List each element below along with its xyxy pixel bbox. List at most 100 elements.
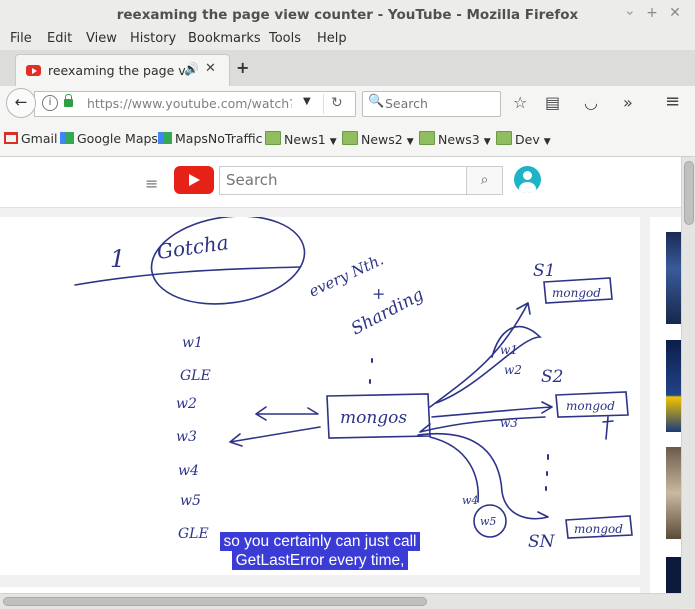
w3-arrow-label: w3 <box>500 416 518 430</box>
pocket-icon[interactable]: ◡ <box>584 93 598 112</box>
horizontal-scrollbar[interactable] <box>0 593 681 609</box>
speaker-icon[interactable]: 🔊 <box>184 62 199 76</box>
new-tab-button[interactable]: + <box>236 58 249 77</box>
w1-arrow-label: w1 <box>500 343 518 357</box>
guide-menu-icon[interactable]: ≡ <box>145 174 158 193</box>
tab-strip: reexaming the page v… 🔊 ✕ + <box>0 50 695 87</box>
search-box[interactable]: 🔍 <box>362 91 501 117</box>
video-player[interactable]: 1 Gotcha every Nth. + Sharding w1 GLE w2… <box>0 217 640 575</box>
scrollbar-corner <box>681 593 695 608</box>
url-separator <box>323 94 324 114</box>
related-video-thumbnail[interactable] <box>666 557 681 593</box>
info-icon[interactable]: i <box>42 95 58 111</box>
tab-title: reexaming the page v… <box>48 63 188 78</box>
close-window-button[interactable]: ✕ <box>667 5 683 21</box>
tab-youtube[interactable]: reexaming the page v… 🔊 ✕ <box>15 54 230 87</box>
maps-icon <box>60 132 74 144</box>
heading-number: 1 <box>110 245 125 273</box>
w5-arrow-label: w5 <box>480 515 496 528</box>
menu-file[interactable]: File <box>10 31 32 46</box>
s1-box-label: mongod <box>552 286 601 300</box>
folder-icon <box>265 131 281 145</box>
bookmark-label: Gmail <box>21 131 58 146</box>
menu-help[interactable]: Help <box>317 31 347 46</box>
youtube-search-input[interactable] <box>226 171 456 189</box>
youtube-search-button[interactable]: ⌕ <box>466 166 503 195</box>
maximize-button[interactable]: + <box>644 5 660 21</box>
youtube-logo[interactable] <box>174 166 214 194</box>
heading-underline <box>74 266 301 286</box>
search-input[interactable] <box>385 95 493 111</box>
search-engine-icon[interactable]: 🔍 <box>368 94 384 109</box>
s2-label: S2 <box>541 367 563 387</box>
related-video-thumbnail[interactable] <box>666 232 681 324</box>
hamburger-menu-icon[interactable]: ≡ <box>665 91 680 112</box>
bookmark-folder-news3[interactable]: News3 ▼ <box>419 131 491 147</box>
bookmark-folder-news1[interactable]: News1 ▼ <box>265 131 337 147</box>
minimize-button[interactable]: ‹ <box>622 5 638 21</box>
close-tab-icon[interactable]: ✕ <box>205 61 216 76</box>
bookmark-folder-dev[interactable]: Dev ▼ <box>496 131 551 147</box>
youtube-search-box[interactable] <box>219 166 467 195</box>
bookmark-gmail[interactable]: Gmail <box>4 131 57 146</box>
bookmark-google-maps[interactable]: Google Maps <box>60 131 158 146</box>
gmail-icon <box>4 132 18 144</box>
url-bar[interactable]: i https://www.youtube.com/watch?v=Mj ▼ ↻ <box>34 91 356 117</box>
label-w5: w5 <box>180 493 201 509</box>
window-title: reexaming the page view counter - YouTub… <box>116 7 579 23</box>
bookmark-label: Google Maps <box>77 131 158 146</box>
maps-icon <box>158 132 172 144</box>
menu-bar: File Edit View History Bookmarks Tools H… <box>0 30 695 50</box>
caption-line-1: so you certainly can just call <box>219 532 421 551</box>
arrow-from-sn <box>429 436 480 503</box>
chevron-down-icon: ▼ <box>543 137 551 147</box>
label-gle-1: GLE <box>180 368 211 384</box>
related-video-thumbnail[interactable] <box>666 340 681 432</box>
bookmarks-toolbar: Gmail Google Maps MapsNoTraffic News1 ▼ … <box>0 122 695 157</box>
avatar[interactable] <box>514 166 541 193</box>
back-button[interactable]: ← <box>6 88 36 118</box>
folder-icon <box>496 131 512 145</box>
url-text[interactable]: https://www.youtube.com/watch?v=Mj <box>87 96 292 111</box>
overflow-icon[interactable]: » <box>623 93 633 112</box>
page-content: ≡ ⌕ 1 Gotcha every Nth. + Sharding w1 GL… <box>0 157 681 593</box>
related-video-thumbnail[interactable] <box>666 447 681 539</box>
menu-history[interactable]: History <box>130 31 176 46</box>
related-videos-sidebar <box>650 217 681 593</box>
bookmark-label: News2 <box>361 132 403 147</box>
menu-bookmarks[interactable]: Bookmarks <box>188 31 261 46</box>
library-icon[interactable]: ▤ <box>545 93 560 112</box>
chevron-down-icon: ▼ <box>329 137 337 147</box>
label-w4: w4 <box>178 463 199 479</box>
whiteboard-drawing: 1 Gotcha every Nth. + Sharding w1 GLE w2… <box>74 217 633 552</box>
note-plus: + <box>372 284 385 303</box>
youtube-header: ≡ ⌕ <box>0 157 681 208</box>
bookmark-star-icon[interactable]: ☆ <box>513 93 527 112</box>
w4-arrow-label: w4 <box>462 494 478 507</box>
heading-text: Gotcha <box>155 230 230 264</box>
horizontal-scroll-thumb[interactable] <box>3 597 427 606</box>
bookmark-folder-news2[interactable]: News2 ▼ <box>342 131 414 147</box>
window-titlebar: reexaming the page view counter - YouTub… <box>0 0 695 31</box>
menu-tools[interactable]: Tools <box>269 31 301 46</box>
reload-icon[interactable]: ↻ <box>331 95 343 111</box>
client-labels: w1 GLE w2 w3 w4 w5 GLE <box>176 335 211 542</box>
lock-icon[interactable] <box>64 94 73 107</box>
s2-tick-mark <box>602 416 614 440</box>
url-dropdown-icon[interactable]: ▼ <box>303 96 311 107</box>
label-w3: w3 <box>176 429 197 445</box>
bookmark-label: MapsNoTraffic <box>175 131 263 146</box>
bookmark-mapsnotraffic[interactable]: MapsNoTraffic <box>158 131 262 146</box>
chevron-down-icon: ▼ <box>483 137 491 147</box>
folder-icon <box>419 131 435 145</box>
menu-edit[interactable]: Edit <box>47 31 72 46</box>
w2-arrow-label: w2 <box>504 363 522 377</box>
vertical-scrollbar[interactable] <box>681 157 695 593</box>
navigation-toolbar: i https://www.youtube.com/watch?v=Mj ▼ ↻… <box>0 86 695 123</box>
vertical-scroll-thumb[interactable] <box>684 161 694 225</box>
note-sharding: Sharding <box>348 285 427 340</box>
folder-icon <box>342 131 358 145</box>
bookmark-label: News1 <box>284 132 326 147</box>
chevron-down-icon: ▼ <box>406 137 414 147</box>
menu-view[interactable]: View <box>86 31 117 46</box>
